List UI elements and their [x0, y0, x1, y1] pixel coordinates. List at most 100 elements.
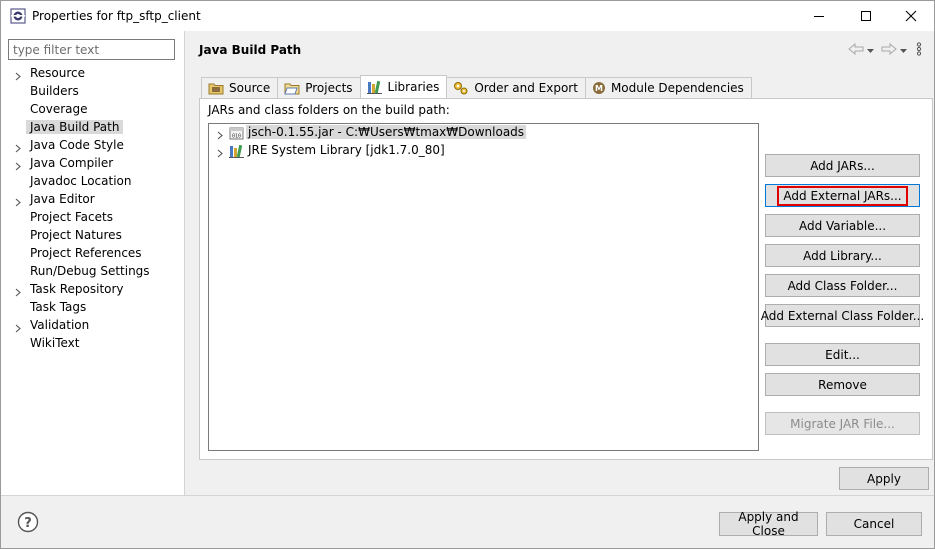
- close-icon: [905, 10, 917, 22]
- tree-item[interactable]: Project Facets: [1, 209, 185, 227]
- view-menu-icon[interactable]: [916, 41, 922, 59]
- tree-item[interactable]: Java Compiler: [1, 155, 185, 173]
- libraries-icon: [366, 80, 383, 94]
- tree-item-label: Run/Debug Settings: [30, 264, 150, 278]
- eclipse-app-icon: [10, 8, 26, 24]
- tree-item-label: Project Facets: [30, 210, 113, 224]
- add-variable-button[interactable]: Add Variable...: [765, 214, 920, 237]
- libraries-tab-content: JARs and class folders on the build path…: [199, 98, 933, 460]
- tree-item[interactable]: Task Repository: [1, 281, 185, 299]
- java-build-path-page: Java Build Path Source Projects Librarie…: [186, 31, 934, 495]
- back-dropdown-icon[interactable]: [867, 43, 874, 57]
- tree-item[interactable]: Run/Debug Settings: [1, 263, 185, 281]
- tree-item-label: Java Editor: [30, 192, 95, 206]
- library-item-label: JRE System Library [jdk1.7.0_80]: [248, 143, 445, 157]
- tab-libraries[interactable]: Libraries: [359, 75, 448, 98]
- apply-button[interactable]: Apply: [839, 467, 929, 490]
- migrate-jar-button[interactable]: Migrate JAR File...: [765, 412, 920, 435]
- dialog-button-bar: ? Apply and Close Cancel: [1, 495, 934, 548]
- tree-item[interactable]: Task Tags: [1, 299, 185, 317]
- add-library-button[interactable]: Add Library...: [765, 244, 920, 267]
- source-folder-icon: [208, 81, 224, 95]
- forward-arrow-icon[interactable]: [881, 42, 897, 58]
- tree-item[interactable]: Builders: [1, 83, 185, 101]
- tree-item[interactable]: Project Natures: [1, 227, 185, 245]
- chevron-right-icon[interactable]: [217, 129, 223, 143]
- tree-item[interactable]: Java Editor: [1, 191, 185, 209]
- tree-item[interactable]: Java Code Style: [1, 137, 185, 155]
- tree-item-label: Task Repository: [30, 282, 124, 296]
- tree-item-label: Java Build Path: [26, 120, 124, 134]
- close-button[interactable]: [888, 1, 934, 31]
- chevron-right-icon[interactable]: [15, 286, 23, 297]
- remove-button[interactable]: Remove: [765, 373, 920, 396]
- help-icon[interactable]: ?: [17, 511, 39, 533]
- tree-item[interactable]: Project References: [1, 245, 185, 263]
- build-path-caption: JARs and class folders on the build path…: [208, 103, 450, 117]
- tree-item-label: Java Code Style: [30, 138, 124, 152]
- back-arrow-icon[interactable]: [848, 42, 864, 58]
- properties-dialog: Properties for ftp_sftp_client Resource B…: [0, 0, 935, 549]
- tab-projects[interactable]: Projects: [277, 77, 361, 98]
- cancel-button[interactable]: Cancel: [826, 512, 922, 536]
- projects-folder-icon: [284, 81, 300, 95]
- add-external-jars-label: Add External JARs...: [777, 185, 908, 206]
- svg-text:?: ?: [24, 516, 32, 531]
- library-item-label: jsch-0.1.55.jar - C:₩Users₩tmax₩Download…: [246, 125, 527, 139]
- library-item[interactable]: 010 jsch-0.1.55.jar - C:₩Users₩tmax₩Down…: [209, 124, 758, 142]
- tree-item-label: Task Tags: [30, 300, 87, 314]
- page-navigation: [848, 41, 922, 59]
- add-class-folder-button[interactable]: Add Class Folder...: [765, 274, 920, 297]
- forward-dropdown-icon[interactable]: [900, 43, 907, 57]
- tree-item-label: Project Natures: [30, 228, 122, 242]
- tab-order-and-export-label: Order and Export: [474, 81, 578, 95]
- svg-text:010: 010: [232, 134, 241, 140]
- filter-input[interactable]: [8, 39, 175, 60]
- page-title: Java Build Path: [199, 43, 302, 57]
- module-icon: M: [592, 81, 606, 95]
- maximize-button[interactable]: [843, 1, 889, 31]
- order-export-icon: [453, 81, 469, 95]
- window-title: Properties for ftp_sftp_client: [32, 9, 201, 23]
- tree-item-label: Validation: [30, 318, 90, 332]
- tab-order-and-export[interactable]: Order and Export: [446, 77, 586, 98]
- add-external-jars-button[interactable]: Add External JARs...: [765, 184, 920, 207]
- tree-item[interactable]: Coverage: [1, 101, 185, 119]
- tab-module-dependencies-label: Module Dependencies: [610, 81, 744, 95]
- tree-item[interactable]: Resource: [1, 65, 185, 83]
- minimize-button[interactable]: [796, 1, 842, 31]
- tree-item-label: Coverage: [30, 102, 88, 116]
- tab-projects-label: Projects: [305, 81, 353, 95]
- tree-item-label: Project References: [30, 246, 142, 260]
- tab-module-dependencies[interactable]: M Module Dependencies: [584, 77, 752, 98]
- tree-item[interactable]: WikiText: [1, 335, 185, 353]
- tree-item-label: Resource: [30, 66, 86, 80]
- chevron-right-icon[interactable]: [217, 147, 223, 161]
- chevron-right-icon[interactable]: [15, 142, 23, 153]
- minimize-icon: [814, 16, 824, 17]
- tree-item[interactable]: Java Build Path: [1, 119, 185, 137]
- chevron-right-icon[interactable]: [15, 70, 23, 81]
- add-jars-button[interactable]: Add JARs...: [765, 154, 920, 177]
- svg-text:M: M: [595, 84, 603, 93]
- tree-item-label: Javadoc Location: [30, 174, 132, 188]
- tree-item[interactable]: Javadoc Location: [1, 173, 185, 191]
- chevron-right-icon[interactable]: [15, 196, 23, 207]
- chevron-right-icon[interactable]: [15, 322, 23, 333]
- library-item[interactable]: JRE System Library [jdk1.7.0_80]: [209, 142, 758, 160]
- apply-and-close-button[interactable]: Apply and Close: [719, 510, 818, 538]
- tree-item-label: WikiText: [30, 336, 80, 350]
- maximize-icon: [861, 11, 871, 21]
- chevron-right-icon[interactable]: [15, 160, 23, 171]
- tree-item-label: Java Compiler: [30, 156, 114, 170]
- tab-source[interactable]: Source: [201, 77, 279, 98]
- tree-item-label: Builders: [30, 84, 79, 98]
- preference-tree-panel: Resource Builders Coverage Java Build Path J…: [1, 31, 185, 495]
- build-path-tabs: Source Projects Libraries Order and Expo…: [201, 75, 752, 98]
- edit-button[interactable]: Edit...: [765, 343, 920, 366]
- library-list[interactable]: 010 jsch-0.1.55.jar - C:₩Users₩tmax₩Down…: [208, 123, 759, 451]
- tab-libraries-label: Libraries: [387, 80, 440, 94]
- add-external-class-folder-button[interactable]: Add External Class Folder...: [761, 304, 924, 327]
- tab-source-label: Source: [229, 81, 271, 95]
- tree-item[interactable]: Validation: [1, 317, 185, 335]
